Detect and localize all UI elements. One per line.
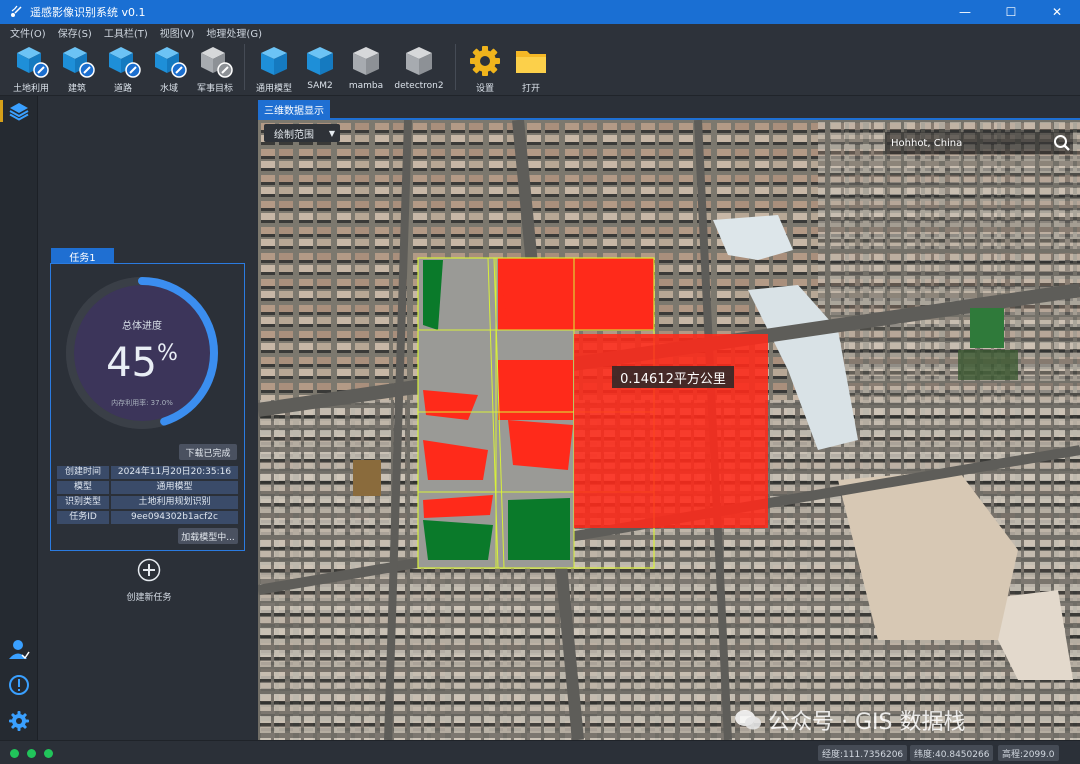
tool-label: 道路 — [113, 84, 132, 94]
model-label: 通用模型 — [255, 84, 292, 94]
info-row-created: 创建时间 2024年11月20日20:35:16 — [57, 466, 238, 479]
close-button[interactable]: ✕ — [1034, 0, 1080, 24]
elevation-readout: 高程:2099.0 — [998, 745, 1059, 761]
tool-water[interactable]: 水域 — [146, 40, 192, 96]
watermark: 公众号 · GIS 数据栈 — [734, 704, 965, 736]
title-bar: 遥感影像识别系统 v0.1 — ☐ ✕ — [0, 0, 1080, 24]
info-row-type: 识别类型 土地利用规划识别 — [57, 496, 238, 509]
search-input[interactable]: Hohhot, China — [891, 138, 962, 149]
cube-edit-icon — [109, 47, 141, 78]
menu-view[interactable]: 视图(V) — [154, 25, 201, 40]
tool-land-use[interactable]: 土地利用 — [8, 40, 54, 96]
cube-icon — [261, 47, 287, 75]
cube-edit-icon — [155, 47, 187, 78]
map-view[interactable]: 绘制范围 ▼ Hohhot, China 0.14612平方公里 公众号 · GI… — [258, 120, 1080, 740]
model-detectron2[interactable]: detectron2 — [389, 40, 449, 96]
chevron-down-icon: ▼ — [328, 128, 335, 138]
menu-file[interactable]: 文件(O) — [4, 25, 52, 40]
tab-3d-view[interactable]: 三维数据显示 — [258, 100, 330, 118]
model-label: detectron2 — [394, 81, 444, 91]
model-mamba[interactable]: mamba — [343, 40, 389, 96]
active-indicator — [0, 100, 3, 122]
model-label: mamba — [348, 81, 384, 91]
location-search[interactable]: Hohhot, China — [885, 132, 1073, 154]
menu-save[interactable]: 保存(S) — [52, 25, 98, 40]
model-general[interactable]: 通用模型 — [251, 40, 297, 96]
draw-range-select[interactable]: 绘制范围 ▼ — [264, 124, 340, 142]
info-row-task-id: 任务ID 9ee094302b1acf2c — [57, 511, 238, 524]
gear-icon[interactable] — [6, 708, 32, 734]
toolbar-divider — [244, 44, 245, 90]
latitude-readout: 纬度:40.8450266 — [910, 745, 994, 761]
open-button[interactable]: 打开 — [508, 40, 554, 96]
menu-toolbar[interactable]: 工具栏(T) — [98, 25, 154, 40]
status-bar: 经度:111.7356206 纬度:40.8450266 高程:2099.0 — [0, 740, 1080, 764]
model-sam2[interactable]: SAM2 — [297, 40, 343, 96]
toolbar: 土地利用 建筑 道路 水域 军事目标 通用模型 SAM2 mamba detec… — [0, 40, 1080, 96]
progress-value: 45% — [106, 340, 178, 386]
cube-icon — [353, 47, 379, 75]
area-measurement-label: 0.14612平方公里 — [612, 366, 734, 388]
longitude-readout: 经度:111.7356206 — [818, 745, 908, 761]
window-title: 遥感影像识别系统 v0.1 — [30, 6, 146, 19]
drawn-area-polygon[interactable] — [574, 334, 768, 528]
task-panel: 任务1 总体进度 45% 内存利用率: 37.0% 下载已完成 创建时间 2024… — [39, 96, 256, 740]
settings-button[interactable]: 设置 — [462, 40, 508, 96]
satellite-imagery — [258, 120, 1080, 740]
progress-title: 总体进度 — [122, 321, 162, 332]
cube-edit-icon — [63, 47, 95, 78]
loading-model-button[interactable]: 加载模型中... — [178, 528, 238, 544]
tool-building[interactable]: 建筑 — [54, 40, 100, 96]
open-label: 打开 — [521, 84, 540, 94]
cube-edit-icon — [17, 47, 49, 78]
tool-label: 建筑 — [67, 84, 86, 94]
download-complete-button[interactable]: 下载已完成 — [179, 444, 237, 460]
menu-bar: 文件(O) 保存(S) 工具栏(T) 视图(V) 地理处理(G) — [0, 24, 1080, 40]
cube-icon — [307, 47, 333, 75]
layers-icon[interactable] — [6, 98, 32, 124]
create-task-button[interactable]: 创建新任务 — [109, 558, 189, 603]
info-icon[interactable] — [6, 672, 32, 698]
tool-label: 军事目标 — [196, 84, 233, 94]
search-icon[interactable] — [1051, 132, 1073, 154]
tool-label: 水域 — [159, 84, 178, 94]
menu-geoprocessing[interactable]: 地理处理(G) — [200, 25, 268, 40]
user-icon[interactable] — [6, 636, 32, 662]
folder-icon — [516, 51, 546, 73]
model-label: SAM2 — [307, 81, 333, 91]
satellite-icon — [8, 4, 24, 20]
toolbar-divider — [455, 44, 456, 90]
cube-edit-icon — [201, 47, 233, 78]
task-tab[interactable]: 任务1 — [51, 248, 114, 264]
wechat-icon — [735, 710, 761, 730]
left-icon-strip — [0, 96, 38, 740]
minimize-button[interactable]: — — [942, 0, 988, 24]
maximize-button[interactable]: ☐ — [988, 0, 1034, 24]
tool-military-target[interactable]: 军事目标 — [192, 40, 238, 96]
info-row-model: 模型 通用模型 — [57, 481, 238, 494]
gear-icon — [470, 46, 500, 76]
watermark-text: 公众号 · GIS 数据栈 — [768, 710, 966, 735]
tool-label: 土地利用 — [12, 84, 49, 94]
create-task-label: 创建新任务 — [126, 593, 172, 603]
progress-ring: 总体进度 45% 内存利用率: 37.0% — [59, 270, 225, 436]
status-dot — [44, 749, 53, 758]
memory-usage: 内存利用率: 37.0% — [111, 399, 173, 407]
add-circle-icon — [137, 558, 161, 582]
status-dot — [27, 749, 36, 758]
settings-label: 设置 — [475, 84, 494, 94]
task-card: 总体进度 45% 内存利用率: 37.0% 下载已完成 创建时间 2024年11月… — [50, 263, 245, 551]
tool-road[interactable]: 道路 — [100, 40, 146, 96]
cube-icon — [406, 47, 432, 75]
status-dot — [10, 749, 19, 758]
